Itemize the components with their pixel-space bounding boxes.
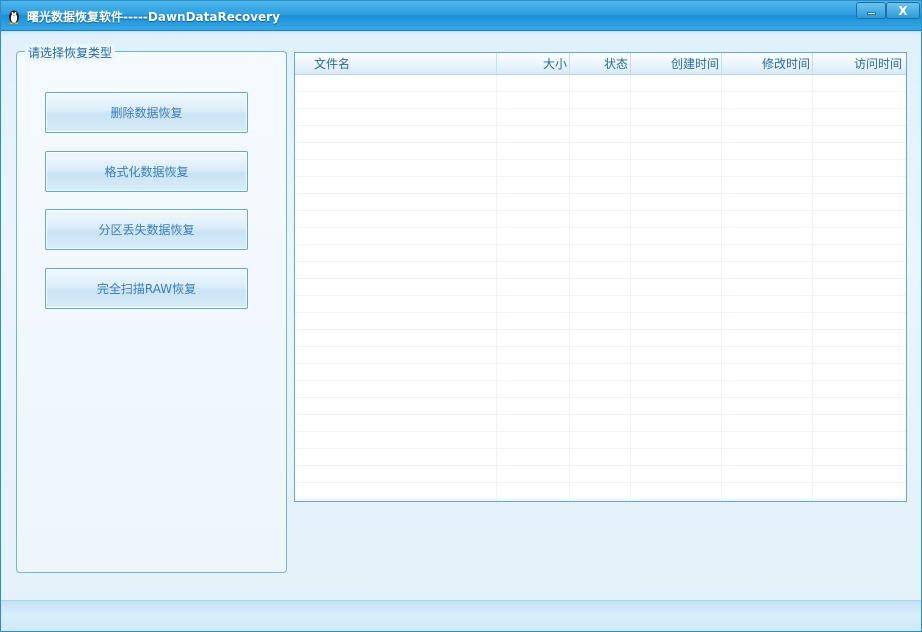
table-row xyxy=(295,228,906,245)
file-list-header: 文件名 大小 状态 创建时间 修改时间 访问时间 xyxy=(295,53,906,75)
column-header-status[interactable]: 状态 xyxy=(570,53,631,75)
minimize-icon xyxy=(866,11,876,15)
table-row xyxy=(295,381,906,398)
table-row xyxy=(295,92,906,109)
table-row xyxy=(295,177,906,194)
file-list-view[interactable]: 文件名 大小 状态 创建时间 修改时间 访问时间 xyxy=(294,52,907,502)
table-row xyxy=(295,466,906,483)
title-bar-strip xyxy=(1,31,921,35)
column-header-filename[interactable]: 文件名 xyxy=(295,53,497,75)
table-row xyxy=(295,279,906,296)
status-bar xyxy=(1,600,921,631)
minimize-button[interactable] xyxy=(856,2,886,19)
delete-recovery-button[interactable]: 删除数据恢复 xyxy=(45,92,248,133)
table-row xyxy=(295,330,906,347)
partition-recovery-button[interactable]: 分区丢失数据恢复 xyxy=(45,209,248,250)
close-icon: X xyxy=(898,3,908,18)
table-row xyxy=(295,483,906,500)
table-row xyxy=(295,143,906,160)
close-button[interactable]: X xyxy=(886,2,920,19)
format-recovery-button[interactable]: 格式化数据恢复 xyxy=(45,151,248,192)
table-row xyxy=(295,398,906,415)
window-title: 曙光数据恢复软件-----DawnDataRecovery xyxy=(27,10,280,24)
table-row xyxy=(295,313,906,330)
table-row xyxy=(295,160,906,177)
table-row xyxy=(295,347,906,364)
title-bar[interactable]: 曙光数据恢复软件-----DawnDataRecovery X xyxy=(1,1,921,31)
raw-scan-recovery-button[interactable]: 完全扫描RAW恢复 xyxy=(45,268,248,309)
column-header-size[interactable]: 大小 xyxy=(497,53,570,75)
table-row xyxy=(295,245,906,262)
table-row xyxy=(295,75,906,92)
table-row xyxy=(295,109,906,126)
table-row xyxy=(295,194,906,211)
main-window: 曙光数据恢复软件-----DawnDataRecovery X 请选择恢复类型 … xyxy=(0,0,922,632)
table-row xyxy=(295,126,906,143)
table-row xyxy=(295,449,906,466)
table-row xyxy=(295,364,906,381)
table-row xyxy=(295,432,906,449)
column-header-accessed[interactable]: 访问时间 xyxy=(813,53,904,75)
column-header-created[interactable]: 创建时间 xyxy=(631,53,722,75)
table-row xyxy=(295,211,906,228)
recovery-type-legend: 请选择恢复类型 xyxy=(25,44,116,61)
table-row xyxy=(295,415,906,432)
table-row xyxy=(295,296,906,313)
column-header-modified[interactable]: 修改时间 xyxy=(722,53,813,75)
penguin-icon xyxy=(9,10,19,24)
file-list-body[interactable] xyxy=(295,75,906,501)
table-row xyxy=(295,262,906,279)
